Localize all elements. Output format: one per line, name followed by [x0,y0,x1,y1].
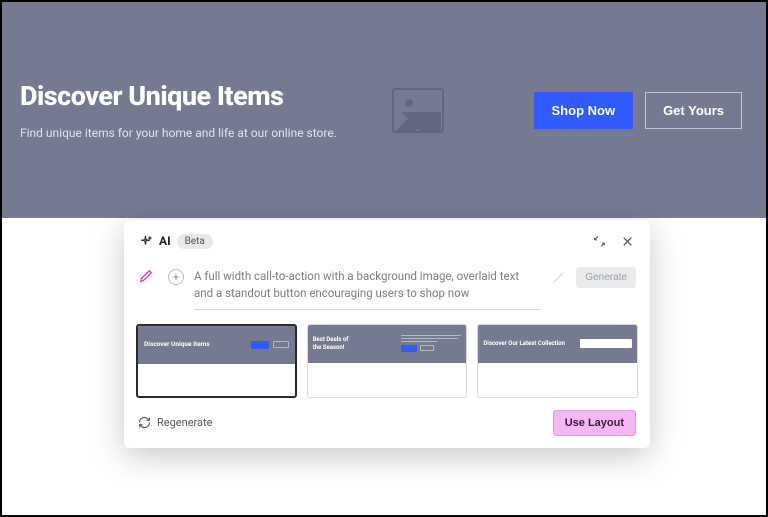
thumb-title: Discover Unique Items [144,341,210,349]
hero-subtitle: Find unique items for your home and life… [20,126,392,140]
layout-option-2[interactable]: Best Deals of the Season! [307,324,468,398]
thumb-outline-button-icon [420,345,434,351]
hero-buttons: Shop Now Get Yours [534,92,742,129]
prompt-input[interactable]: A full width call-to-action with a backg… [194,268,540,310]
ai-label: AI [159,234,171,248]
ai-panel-footer: Regenerate Use Layout [136,398,638,436]
magic-wand-icon[interactable] [550,270,566,286]
beta-badge: Beta [177,234,213,249]
use-layout-button[interactable]: Use Layout [553,410,636,436]
collapse-icon[interactable] [588,230,610,252]
layout-option-3[interactable]: Discover Our Latest Collection [477,324,638,398]
thumb-title: Discover Our Latest Collection [483,340,565,347]
thumb-text-lines-icon [401,335,461,353]
thumb-primary-button-icon [401,345,417,352]
image-placeholder-icon [392,88,444,133]
thumb-title: Best Deals of the Season! [313,336,353,350]
refresh-icon [138,416,151,429]
layout-option-1[interactable]: Discover Unique Items [136,324,297,398]
get-yours-button[interactable]: Get Yours [645,92,742,129]
pencil-icon[interactable] [138,268,154,284]
ai-panel: AI Beta + A full width call-to-action wi… [124,220,650,448]
hero-text-block: Discover Unique Items Find unique items … [20,80,392,140]
shop-now-button[interactable]: Shop Now [534,92,634,129]
ai-panel-header: AI Beta [136,230,638,260]
regenerate-button[interactable]: Regenerate [138,416,212,429]
thumb-input-icon [580,339,632,348]
add-icon[interactable]: + [168,269,184,285]
hero-section: Discover Unique Items Find unique items … [2,2,766,218]
layout-thumbnails: Discover Unique Items Best Deals of the … [136,324,638,398]
thumb-primary-button-icon [251,341,269,349]
sparkle-icon [138,234,153,249]
hero-title: Discover Unique Items [20,80,392,112]
close-icon[interactable] [616,230,638,252]
generate-button[interactable]: Generate [576,267,636,288]
prompt-row: + A full width call-to-action with a bac… [136,260,638,322]
thumb-outline-button-icon [273,341,289,348]
regenerate-label: Regenerate [157,416,212,429]
